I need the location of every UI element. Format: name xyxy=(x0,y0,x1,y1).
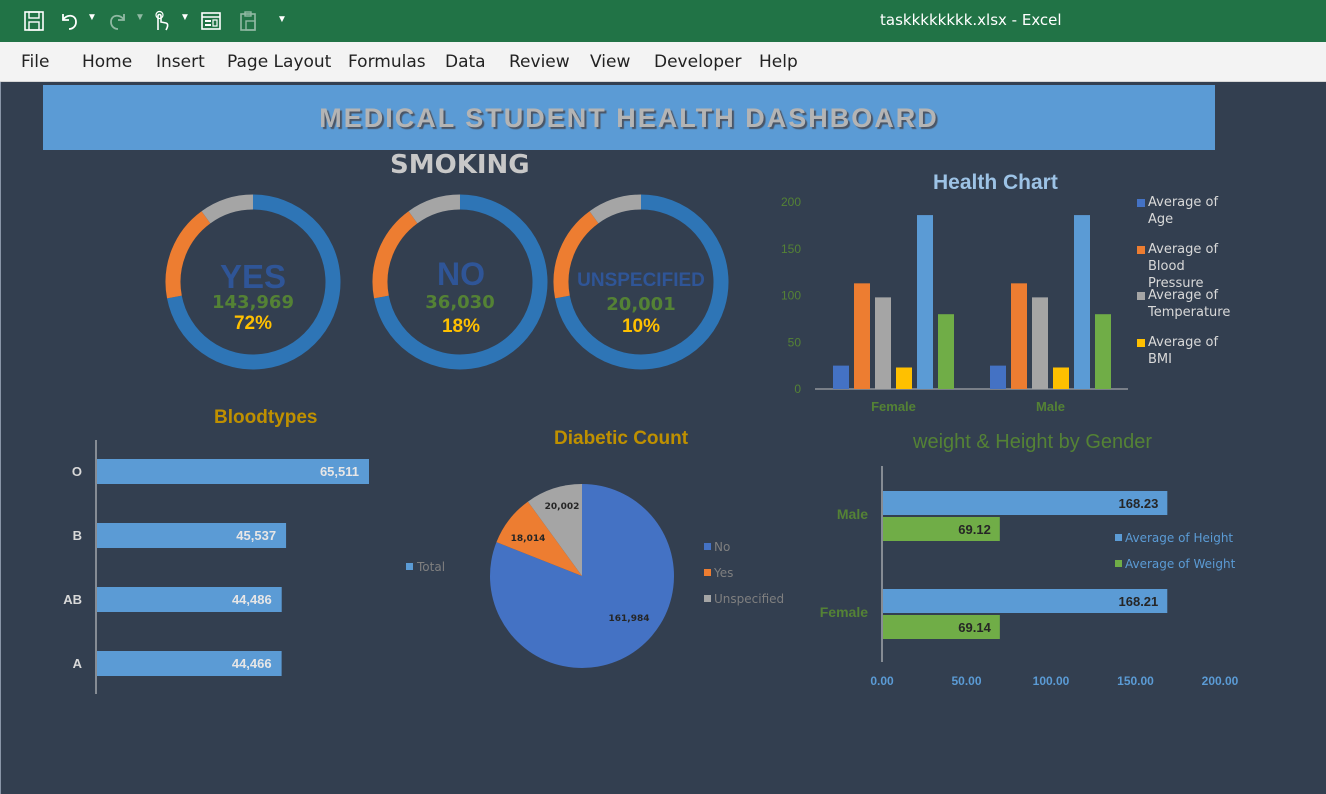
wh-category-label: Female xyxy=(820,604,868,620)
wh-x-tick: 200.00 xyxy=(1202,674,1239,688)
wh-x-tick: 100.00 xyxy=(1033,674,1070,688)
wh-bar-value: 69.12 xyxy=(958,522,991,537)
wh-legend-label: Average of Weight xyxy=(1125,557,1236,571)
wh-x-tick: 0.00 xyxy=(870,674,894,688)
wh-legend-swatch xyxy=(1115,560,1122,567)
wh-category-label: Male xyxy=(837,506,868,522)
weight-height-chart[interactable]: Male 168.23 69.12 Female 168.21 69.14 0.00 50.0… xyxy=(0,0,1326,794)
wh-bar-value: 168.23 xyxy=(1119,496,1159,511)
wh-x-tick: 50.00 xyxy=(951,674,981,688)
wh-bar-value: 69.14 xyxy=(958,620,991,635)
wh-bar-value: 168.21 xyxy=(1119,594,1159,609)
wh-x-tick: 150.00 xyxy=(1117,674,1154,688)
wh-legend-swatch xyxy=(1115,534,1122,541)
wh-legend-label: Average of Height xyxy=(1125,531,1233,545)
